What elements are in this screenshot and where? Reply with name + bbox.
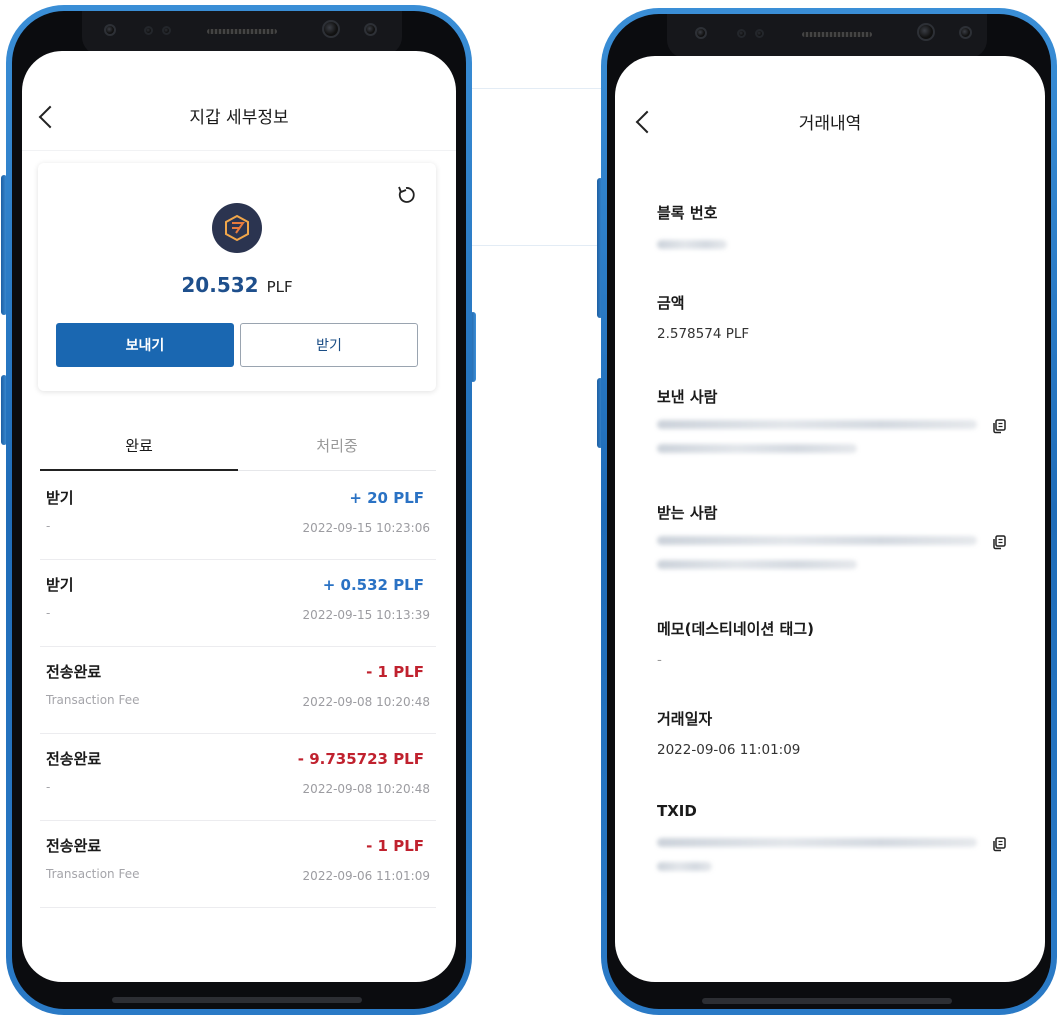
- wallet-balance: 20.532 PLF: [38, 273, 436, 297]
- transaction-note: -: [46, 519, 51, 533]
- wallet-balance-card: 20.532 PLF 보내기 받기: [38, 163, 436, 391]
- background-line: [470, 245, 610, 246]
- detail-label: 받는 사람: [657, 504, 718, 522]
- transaction-type: 전송완료: [46, 663, 102, 681]
- transaction-tabs: 완료 처리중: [40, 421, 436, 471]
- front-camera-icon: [917, 23, 935, 41]
- detail-value: -: [657, 652, 662, 668]
- transaction-type: 받기: [46, 489, 74, 507]
- camera-icon: [104, 24, 116, 36]
- detail-label: 보낸 사람: [657, 388, 718, 406]
- balance-value: 20.532: [181, 273, 259, 297]
- transaction-row[interactable]: 받기 - + 0.532 PLF 2022-09-15 10:13:39: [40, 560, 436, 647]
- transaction-note: -: [46, 780, 51, 794]
- back-arrow-icon[interactable]: [38, 105, 62, 129]
- transaction-row[interactable]: 전송완료 Transaction Fee - 1 PLF 2022-09-08 …: [40, 647, 436, 734]
- phone-frame-right: 거래내역 블록 번호 금액 2.578574 PLF 보낸 사람 받는 사람 메…: [601, 8, 1057, 1015]
- phone-bottom-bar: [112, 997, 362, 1003]
- transaction-amount: - 1 PLF: [366, 837, 424, 855]
- sensor-icon: [959, 26, 972, 39]
- detail-label: TXID: [657, 802, 697, 820]
- sensor-icon: [737, 29, 746, 38]
- front-camera-icon: [322, 20, 340, 38]
- blurred-value: [657, 862, 712, 871]
- detail-label: 블록 번호: [657, 204, 718, 222]
- sensor-icon: [162, 26, 171, 35]
- transaction-note: -: [46, 606, 51, 620]
- receive-button[interactable]: 받기: [240, 323, 418, 367]
- transaction-date: 2022-09-08 10:20:48: [302, 695, 430, 709]
- phone-body: 거래내역 블록 번호 금액 2.578574 PLF 보낸 사람 받는 사람 메…: [607, 14, 1051, 1009]
- right-screen: 거래내역 블록 번호 금액 2.578574 PLF 보낸 사람 받는 사람 메…: [615, 56, 1045, 982]
- speaker-grille: [207, 29, 277, 34]
- phone-body: 지갑 세부정보 20.532 PLF 보내기 받기 완료 처리중 받기 - + …: [12, 11, 466, 1009]
- detail-value: 2022-09-06 11:01:09: [657, 742, 801, 758]
- transaction-amount: - 1 PLF: [366, 663, 424, 681]
- detail-label: 메모(데스티네이션 태그): [657, 620, 814, 638]
- send-button[interactable]: 보내기: [56, 323, 234, 367]
- back-arrow-icon[interactable]: [635, 110, 659, 134]
- blurred-value: [657, 560, 857, 569]
- camera-icon: [695, 27, 707, 39]
- refresh-icon[interactable]: [396, 185, 416, 205]
- page-title: 지갑 세부정보: [189, 108, 289, 128]
- transaction-amount: + 20 PLF: [349, 489, 424, 507]
- transaction-date: 2022-09-15 10:23:06: [302, 521, 430, 535]
- blurred-value: [657, 444, 857, 453]
- speaker-grille: [802, 32, 872, 37]
- detail-label: 금액: [657, 294, 685, 312]
- transaction-type: 전송완료: [46, 837, 102, 855]
- tab-completed[interactable]: 완료: [40, 421, 238, 471]
- blurred-value: [657, 838, 977, 847]
- phone-bottom-bar: [702, 998, 952, 1004]
- transaction-date: 2022-09-08 10:20:48: [302, 782, 430, 796]
- phone-frame-left: 지갑 세부정보 20.532 PLF 보내기 받기 완료 처리중 받기 - + …: [6, 5, 472, 1015]
- transaction-date: 2022-09-06 11:01:09: [302, 869, 430, 883]
- left-screen: 지갑 세부정보 20.532 PLF 보내기 받기 완료 처리중 받기 - + …: [22, 51, 456, 982]
- blurred-value: [657, 240, 727, 249]
- balance-unit: PLF: [266, 278, 293, 296]
- background-line: [470, 88, 610, 89]
- transaction-amount: - 9.735723 PLF: [297, 750, 424, 768]
- transaction-date: 2022-09-15 10:13:39: [302, 608, 430, 622]
- transaction-type: 받기: [46, 576, 74, 594]
- copy-icon[interactable]: [991, 534, 1007, 550]
- transaction-note: Transaction Fee: [46, 693, 140, 707]
- transaction-amount: + 0.532 PLF: [322, 576, 424, 594]
- coin-logo-icon: [212, 203, 262, 253]
- transaction-row[interactable]: 전송완료 - - 9.735723 PLF 2022-09-08 10:20:4…: [40, 734, 436, 821]
- sensor-icon: [144, 26, 153, 35]
- transaction-row[interactable]: 전송완료 Transaction Fee - 1 PLF 2022-09-06 …: [40, 821, 436, 908]
- transaction-type: 전송완료: [46, 750, 102, 768]
- transaction-row[interactable]: 받기 - + 20 PLF 2022-09-15 10:23:06: [40, 473, 436, 560]
- page-title: 거래내역: [798, 114, 862, 134]
- transaction-note: Transaction Fee: [46, 867, 140, 881]
- copy-icon[interactable]: [991, 836, 1007, 852]
- app-header: 거래내역: [615, 56, 1045, 156]
- transaction-list: 받기 - + 20 PLF 2022-09-15 10:23:06 받기 - +…: [40, 473, 436, 908]
- detail-label: 거래일자: [657, 710, 713, 728]
- phone-top-bezel: [82, 11, 402, 55]
- blurred-value: [657, 536, 977, 545]
- phone-top-bezel: [667, 14, 987, 58]
- app-header: 지갑 세부정보: [22, 51, 456, 151]
- copy-icon[interactable]: [991, 418, 1007, 434]
- blurred-value: [657, 420, 977, 429]
- sensor-icon: [364, 23, 377, 36]
- detail-value: 2.578574 PLF: [657, 326, 750, 342]
- tab-pending[interactable]: 처리중: [238, 421, 436, 470]
- sensor-icon: [755, 29, 764, 38]
